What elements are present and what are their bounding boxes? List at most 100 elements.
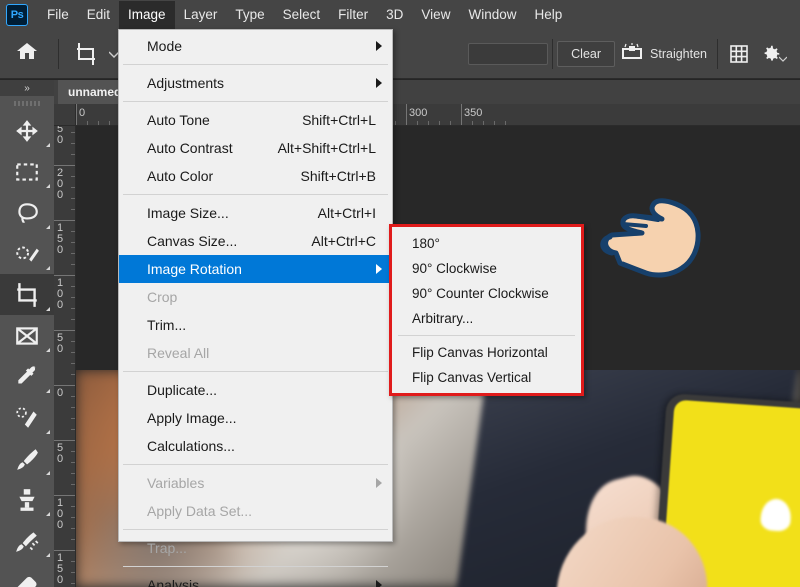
menu-item-label: Canvas Size... [147, 233, 237, 249]
menu-item-apply-image[interactable]: Apply Image... [119, 404, 392, 432]
marquee-tool[interactable] [0, 151, 54, 192]
submenu-item-label: Flip Canvas Vertical [412, 370, 531, 385]
eraser-icon [14, 569, 40, 587]
menu-item-duplicate[interactable]: Duplicate... [119, 376, 392, 404]
crop-ratio-field[interactable] [468, 43, 548, 65]
ruler-label: 100 [57, 278, 63, 311]
divider [58, 39, 59, 69]
menubar-item-3d[interactable]: 3D [377, 1, 412, 29]
straighten-button[interactable]: Straighten [615, 43, 713, 64]
eyedropper-tool[interactable] [0, 356, 54, 397]
ruler-tick [54, 495, 76, 496]
brush-tool[interactable] [0, 438, 54, 479]
settings-button[interactable] [756, 41, 790, 67]
menubar-item-edit[interactable]: Edit [78, 1, 119, 29]
move-tool[interactable] [0, 110, 54, 151]
ruler-minor-tick [71, 319, 75, 320]
menubar-item-label: Layer [184, 7, 218, 22]
submenu-item-arbitrary[interactable]: Arbitrary... [392, 306, 581, 331]
home-button[interactable] [0, 41, 54, 66]
menu-item-apply-data-set: Apply Data Set... [119, 497, 392, 525]
ruler-minor-tick [395, 121, 396, 125]
ruler-minor-tick [71, 209, 75, 210]
menu-item-label: Adjustments [147, 75, 224, 91]
menubar-item-file[interactable]: File [38, 1, 78, 29]
menu-item-label: Analysis [147, 577, 199, 587]
menubar-item-help[interactable]: Help [525, 1, 571, 29]
ruler-minor-tick [71, 396, 75, 397]
tools-panel: » [0, 80, 54, 587]
submenu-item-90-clockwise[interactable]: 90° Clockwise [392, 256, 581, 281]
ruler-minor-tick [71, 176, 75, 177]
ruler-minor-tick [450, 121, 451, 125]
submenu-item-label: 90° Counter Clockwise [412, 286, 549, 301]
history-brush-tool[interactable] [0, 520, 54, 561]
menu-item-label: Image Size... [147, 205, 229, 221]
menu-item-calculations[interactable]: Calculations... [119, 432, 392, 460]
menubar-item-select[interactable]: Select [274, 1, 330, 29]
menu-item-image-rotation[interactable]: Image Rotation [119, 255, 392, 283]
ruler-label: 300 [409, 107, 427, 119]
ruler-minor-tick [483, 121, 484, 125]
image-rotation-submenu[interactable]: 180°90° Clockwise 90° Counter Clockwise Ar… [389, 224, 584, 396]
ruler-tick [54, 165, 76, 166]
clear-button[interactable]: Clear [557, 41, 615, 67]
menubar-item-view[interactable]: View [412, 1, 459, 29]
menu-item-adjustments[interactable]: Adjustments [119, 69, 392, 97]
menu-item-analysis[interactable]: Analysis [119, 571, 392, 587]
menubar-item-image[interactable]: Image [119, 1, 175, 29]
image-menu-dropdown[interactable]: ModeAdjustmentsAuto ToneShift+Ctrl+LAuto… [118, 29, 393, 542]
photoshop-window: Ps FileEditImageLayerTypeSelectFilter3DV… [0, 0, 800, 587]
ruler-corner[interactable] [54, 104, 76, 126]
divider [552, 39, 553, 69]
ruler-minor-tick [71, 352, 75, 353]
toolbar-drag-handle[interactable] [0, 96, 54, 110]
clone-stamp-tool[interactable] [0, 479, 54, 520]
menubar-item-filter[interactable]: Filter [329, 1, 377, 29]
ruler-minor-tick [71, 198, 75, 199]
menu-item-auto-tone[interactable]: Auto ToneShift+Ctrl+L [119, 106, 392, 134]
frame-tool[interactable] [0, 315, 54, 356]
crop-tool[interactable] [0, 274, 54, 315]
menu-item-trim[interactable]: Trim... [119, 311, 392, 339]
ruler-minor-tick [71, 341, 75, 342]
submenu-item-180[interactable]: 180° [392, 231, 581, 256]
vertical-ruler[interactable]: 25020015010050050100150 [54, 126, 76, 587]
menu-item-auto-contrast[interactable]: Auto ContrastAlt+Shift+Ctrl+L [119, 134, 392, 162]
menu-item-canvas-size[interactable]: Canvas Size...Alt+Ctrl+C [119, 227, 392, 255]
ruler-minor-tick [71, 539, 75, 540]
ruler-minor-tick [71, 264, 75, 265]
menu-separator [123, 194, 388, 195]
eraser-tool[interactable] [0, 561, 54, 587]
menubar-item-label: File [47, 7, 69, 22]
menubar-item-layer[interactable]: Layer [175, 1, 227, 29]
straighten-label: Straighten [650, 47, 707, 61]
submenu-item-flip-canvas-vertical[interactable]: Flip Canvas Vertical [392, 365, 581, 390]
ruler-label: 250 [57, 126, 63, 146]
clone-stamp-icon [14, 487, 40, 513]
submenu-item-label: Arbitrary... [412, 311, 473, 326]
ruler-label: 50 [57, 333, 63, 355]
submenu-item-90-counter-clockwise[interactable]: 90° Counter Clockwise [392, 281, 581, 306]
menubar-item-label: Filter [338, 7, 368, 22]
healing-brush-tool[interactable] [0, 397, 54, 438]
lasso-tool[interactable] [0, 192, 54, 233]
chevron-down-icon [779, 49, 787, 67]
ruler-minor-tick [71, 143, 75, 144]
menubar-item-window[interactable]: Window [459, 1, 525, 29]
grid-overlay-button[interactable] [722, 43, 756, 65]
active-tool-icon-crop[interactable] [63, 42, 109, 66]
menu-item-auto-color[interactable]: Auto ColorShift+Ctrl+B [119, 162, 392, 190]
frame-icon [14, 323, 40, 349]
submenu-item-flip-canvas-horizontal[interactable]: Flip Canvas Horizontal [392, 340, 581, 365]
menubar-item-type[interactable]: Type [226, 1, 273, 29]
menu-separator [123, 64, 388, 65]
quick-selection-tool[interactable] [0, 233, 54, 274]
menu-item-image-size[interactable]: Image Size...Alt+Ctrl+I [119, 199, 392, 227]
toolbar-expand-button[interactable]: » [0, 80, 54, 96]
ruler-tick [54, 440, 76, 441]
menu-item-shortcut: Shift+Ctrl+B [301, 168, 382, 184]
menu-item-mode[interactable]: Mode [119, 32, 392, 60]
submenu-arrow-icon [376, 478, 382, 488]
menubar-item-label: 3D [386, 7, 403, 22]
